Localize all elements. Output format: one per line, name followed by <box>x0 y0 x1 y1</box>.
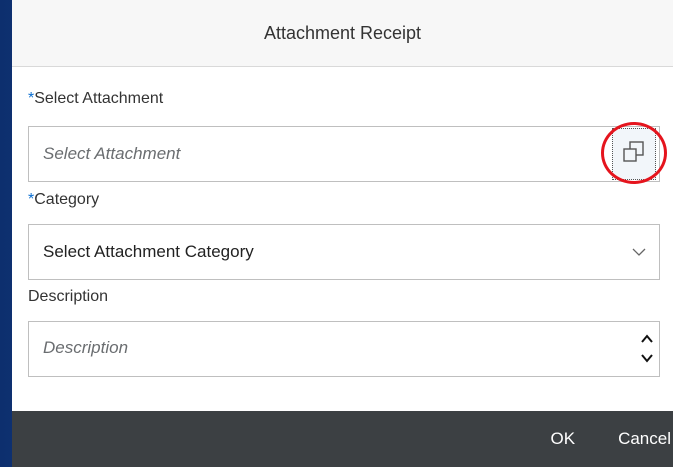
category-label-text: Category <box>34 191 100 208</box>
dialog-footer: OK Cancel <box>12 411 673 467</box>
scroll-down-icon[interactable] <box>641 350 653 368</box>
description-label-text: Description <box>28 288 109 305</box>
textarea-scroll-arrows[interactable] <box>635 322 659 376</box>
dialog-title: Attachment Receipt <box>263 22 422 43</box>
attachment-receipt-dialog: Attachment Receipt *Select Attachment *C… <box>12 0 673 467</box>
category-selected-value: Select Attachment Category <box>43 242 254 261</box>
value-help-icon <box>622 140 646 169</box>
ok-button[interactable]: OK <box>551 429 576 449</box>
description-field <box>28 321 660 377</box>
attachment-label-text: Select Attachment <box>34 90 164 107</box>
description-label: Description <box>28 288 108 306</box>
cancel-button[interactable]: Cancel <box>618 429 671 449</box>
scroll-up-icon[interactable] <box>641 330 653 348</box>
attachment-label: *Select Attachment <box>28 90 163 108</box>
attachment-input[interactable] <box>29 127 612 181</box>
category-select[interactable]: Select Attachment Category <box>28 224 660 280</box>
category-label: *Category <box>28 191 99 209</box>
dialog-header: Attachment Receipt <box>12 0 673 67</box>
value-help-button[interactable] <box>612 128 656 180</box>
attachment-field <box>28 126 660 182</box>
description-textarea[interactable] <box>29 322 635 376</box>
chevron-down-icon[interactable] <box>619 248 659 257</box>
